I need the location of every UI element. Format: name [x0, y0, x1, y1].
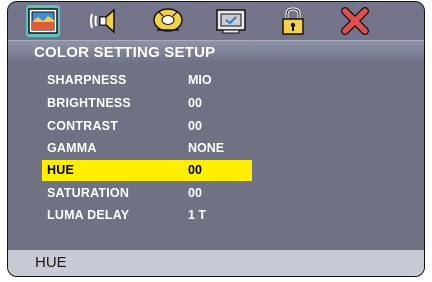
- setting-row-brightness[interactable]: BRIGHTNESS 00: [42, 93, 252, 114]
- title-bar: COLOR SETTING SETUP: [8, 40, 424, 63]
- setting-label: BRIGHTNESS: [47, 96, 131, 110]
- setting-value: 00: [188, 119, 202, 133]
- setting-value: 1 T: [188, 208, 207, 222]
- close-icon[interactable]: [338, 5, 372, 37]
- setting-value: MIO: [188, 73, 212, 87]
- setting-value: 00: [188, 186, 202, 200]
- status-text: HUE: [35, 254, 67, 271]
- setting-row-sharpness[interactable]: SHARPNESS MIO: [42, 70, 252, 91]
- setting-value: 00: [188, 163, 202, 177]
- osd-window: COLOR SETTING SETUP SHARPNESS MIO BRIGHT…: [7, 1, 425, 277]
- setting-row-luma-delay[interactable]: LUMA DELAY 1 T: [42, 205, 252, 226]
- setting-label: CONTRAST: [47, 119, 119, 133]
- page-title: COLOR SETTING SETUP: [34, 44, 216, 61]
- setting-label: SHARPNESS: [47, 73, 127, 87]
- disc-icon[interactable]: [151, 5, 185, 37]
- setting-label: GAMMA: [47, 141, 97, 155]
- setting-value: 00: [188, 96, 202, 110]
- setting-row-contrast[interactable]: CONTRAST 00: [42, 116, 252, 137]
- setting-row-hue[interactable]: HUE 00: [42, 160, 252, 181]
- speaker-icon[interactable]: [88, 5, 122, 37]
- lock-icon[interactable]: [276, 5, 310, 37]
- monitor-check-icon[interactable]: [214, 5, 248, 37]
- setting-row-gamma[interactable]: GAMMA NONE: [42, 138, 252, 159]
- picture-icon[interactable]: [26, 5, 60, 37]
- setting-row-saturation[interactable]: SATURATION 00: [42, 183, 252, 204]
- settings-panel: SHARPNESS MIO BRIGHTNESS 00 CONTRAST 00 …: [8, 63, 424, 249]
- setting-label: SATURATION: [47, 186, 130, 200]
- menu-icon-bar: [8, 2, 424, 40]
- setting-value: NONE: [188, 141, 225, 155]
- setting-label: LUMA DELAY: [47, 208, 130, 222]
- setting-label: HUE: [47, 163, 74, 177]
- status-bar: HUE: [8, 250, 424, 276]
